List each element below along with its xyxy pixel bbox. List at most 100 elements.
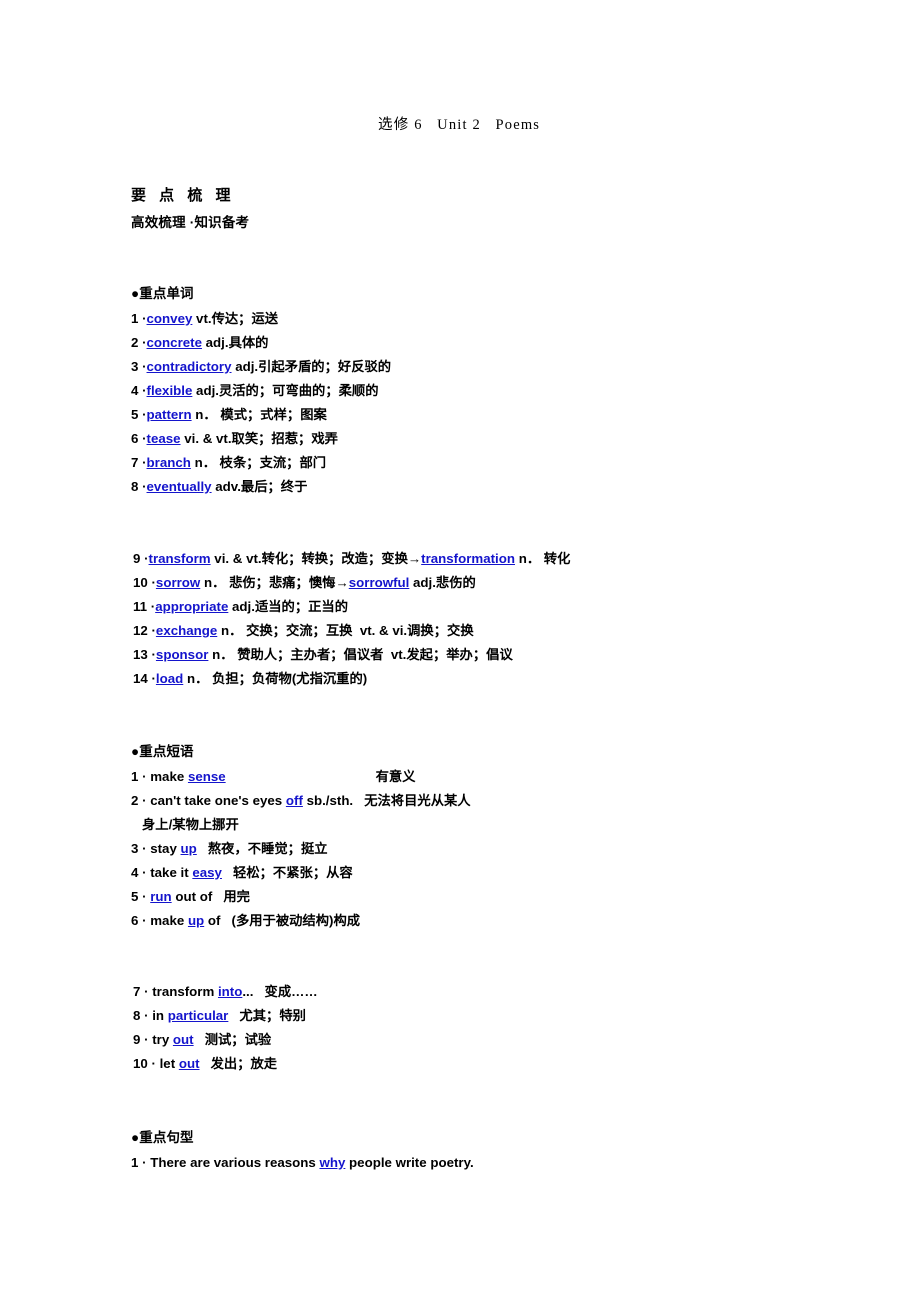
word-entry-number: 10 · — [133, 575, 156, 590]
phrase-entry-definition: 有意义 — [375, 769, 416, 784]
word-entry-definition: adj.引起矛盾的；好反驳的 — [231, 359, 392, 374]
word-entry: 11 ·appropriate adj.适当的；正当的 — [133, 595, 570, 619]
word-entry-number: 2 · — [131, 335, 147, 350]
phrase-entry: 9 · try out 测试；试验 — [133, 1028, 318, 1052]
word-entry-keyword[interactable]: sorrow — [156, 575, 200, 590]
phrase-entry-number: 6 · — [131, 913, 147, 928]
phrase-entry-text-before: take it — [146, 865, 193, 880]
pattern-list: 1 · There are various reasons why people… — [131, 1151, 474, 1175]
phrase-entry-definition-wrap: 身上/某物上挪开 — [142, 817, 239, 832]
phrase-entry: 4 · take it easy 轻松；不紧张；从容 — [131, 861, 471, 885]
phrase-entry-definition: 发出；放走 — [199, 1056, 278, 1071]
phrase-entry-number: 9 · — [133, 1032, 149, 1047]
phrase-entry: 6 · make up of (多用于被动结构)构成 — [131, 909, 471, 933]
key-words-section-part2: 9 ·transform vi. & vt.转化；转换；改造；变换→transf… — [133, 547, 570, 691]
phrase-entry-definition: out of 用完 — [171, 889, 250, 904]
word-entry-keyword[interactable]: transform — [149, 551, 211, 566]
phrase-entry-number: 3 · — [131, 841, 147, 856]
phrase-entry-text-before: make — [146, 913, 188, 928]
word-entry: 14 ·load n． 负担；负荷物(尤指沉重的) — [133, 667, 570, 691]
phrase-entry-keyword[interactable]: out — [173, 1032, 194, 1047]
phrase-entry-keyword[interactable]: off — [286, 793, 303, 808]
phrase-entry-text-before: can't take one's eyes — [146, 793, 286, 808]
word-entry-definition: adj.具体的 — [201, 335, 269, 350]
word-entry-keyword-derived[interactable]: transformation — [421, 551, 515, 566]
word-entry-definition: adj.悲伤的 — [409, 575, 476, 590]
word-entry-keyword[interactable]: load — [156, 671, 183, 686]
word-entry-definition: adj.适当的；正当的 — [228, 599, 349, 614]
phrase-entry-keyword[interactable]: easy — [192, 865, 222, 880]
word-entry: 6 ·tease vi. & vt.取笑；招惹；戏弄 — [131, 427, 391, 451]
word-entry: 4 ·flexible adj.灵活的；可弯曲的；柔顺的 — [131, 379, 391, 403]
phrase-entry-definition: 尤其；特别 — [228, 1008, 306, 1023]
word-entry-keyword-derived[interactable]: sorrowful — [349, 575, 410, 590]
phrase-entry-definition: 轻松；不紧张；从容 — [221, 865, 353, 880]
word-entry-number: 12 · — [133, 623, 156, 638]
phrase-entry: 8 · in particular 尤其；特别 — [133, 1004, 318, 1028]
word-entry-definition: adv.最后；终于 — [211, 479, 308, 494]
phrase-entry-text-before: in — [148, 1008, 168, 1023]
phrase-entry-keyword[interactable]: run — [150, 889, 171, 904]
key-patterns-heading: ●重点句型 — [131, 1130, 194, 1145]
word-entry-keyword[interactable]: convey — [147, 311, 193, 326]
pattern-entry-keyword[interactable]: why — [319, 1155, 345, 1170]
phrase-entry-number: 1 · — [131, 769, 147, 784]
word-entry-keyword[interactable]: eventually — [147, 479, 212, 494]
pattern-entry-definition: people write poetry. — [345, 1155, 474, 1170]
phrase-entry: 7 · transform into... 变成…… — [133, 980, 318, 1004]
section-title-block: 要 点 梳 理 高效梳理 ·知识备考 — [131, 185, 249, 234]
word-entry: 2 ·concrete adj.具体的 — [131, 331, 391, 355]
phrase-entry-keyword[interactable]: particular — [168, 1008, 229, 1023]
key-phrases-section-part1: ●重点短语 1 · make sense 有意义 2 · can't take on… — [131, 741, 471, 933]
word-entry-keyword[interactable]: concrete — [147, 335, 202, 350]
word-entry-number: 9 · — [133, 551, 149, 566]
word-entry-number: 3 · — [131, 359, 147, 374]
word-entry: 10 ·sorrow n． 悲伤；悲痛；懊悔→sorrowful adj.悲伤的 — [133, 571, 570, 595]
phrase-entry-keyword[interactable]: into — [218, 984, 242, 999]
pattern-entry-number: 1 · — [131, 1155, 147, 1170]
phrase-entry-text-before: transform — [148, 984, 218, 999]
phrase-entry: 3 · stay up 熬夜，不睡觉；挺立 — [131, 837, 471, 861]
word-entry-keyword[interactable]: exchange — [156, 623, 217, 638]
word-entry-definition: n． 交换；交流；互换 vt. & vi.调换；交换 — [217, 623, 474, 638]
word-entry: 13 ·sponsor n． 赞助人；主办者；倡议者 vt.发起；举办；倡议 — [133, 643, 570, 667]
word-entry-keyword[interactable]: appropriate — [155, 599, 228, 614]
word-entry-number: 1 · — [131, 311, 147, 326]
phrase-entry: 10 · let out 发出；放走 — [133, 1052, 318, 1076]
word-entry-keyword[interactable]: flexible — [147, 383, 193, 398]
pattern-entry-text-before: There are various reasons — [146, 1155, 320, 1170]
word-entry-definition: n． 赞助人；主办者；倡议者 vt.发起；举办；倡议 — [208, 647, 513, 662]
word-entry-keyword[interactable]: tease — [147, 431, 181, 446]
phrase-entry-keyword[interactable]: sense — [188, 769, 226, 784]
word-entry-number: 14 · — [133, 671, 156, 686]
phrase-entry-keyword[interactable]: out — [179, 1056, 200, 1071]
key-words-section-part1: ●重点单词 1 ·convey vt.传达；运送 2 ·concrete adj.… — [131, 283, 391, 499]
phrase-entry-number: 4 · — [131, 865, 147, 880]
phrase-entry-text-before: let — [155, 1056, 179, 1071]
pattern-entry: 1 · There are various reasons why people… — [131, 1151, 474, 1175]
phrase-entry-number: 8 · — [133, 1008, 149, 1023]
phrase-entry: 5 · run out of 用完 — [131, 885, 471, 909]
phrase-entry-text-before: make — [146, 769, 188, 784]
phrase-entry-definition: of (多用于被动结构)构成 — [204, 913, 361, 928]
key-phrases-heading: ●重点短语 — [131, 744, 194, 759]
phrase-entry-number: 7 · — [133, 984, 149, 999]
word-entry-definition: adj.灵活的；可弯曲的；柔顺的 — [192, 383, 379, 398]
page-subtitle: 高效梳理 ·知识备考 — [131, 215, 250, 230]
word-entry-keyword[interactable]: contradictory — [147, 359, 232, 374]
document-page: 选修 6 Unit 2 Poems 要 点 梳 理 高效梳理 ·知识备考 ●重点… — [0, 0, 920, 1302]
phrase-list-part2: 7 · transform into... 变成…… 8 · in particu… — [133, 980, 318, 1076]
phrase-entry-number: 5 · — [131, 889, 147, 904]
phrase-entry-keyword[interactable]: up — [188, 913, 204, 928]
word-entry-definition: vi. & vt.取笑；招惹；戏弄 — [180, 431, 338, 446]
page-title: 要 点 梳 理 — [131, 187, 236, 204]
word-entry-definition-mid: vi. & vt.转化；转换；改造；变换→ — [210, 551, 422, 566]
phrase-entry-text-before: stay — [146, 841, 181, 856]
phrase-entry-definition: 测试；试验 — [193, 1032, 272, 1047]
word-entry-number: 7 · — [131, 455, 147, 470]
word-entry-definition-mid: n． 悲伤；悲痛；懊悔→ — [200, 575, 349, 590]
phrase-entry-keyword[interactable]: up — [181, 841, 197, 856]
word-entry-keyword[interactable]: pattern — [147, 407, 192, 422]
word-entry-keyword[interactable]: branch — [147, 455, 191, 470]
word-entry-keyword[interactable]: sponsor — [156, 647, 208, 662]
